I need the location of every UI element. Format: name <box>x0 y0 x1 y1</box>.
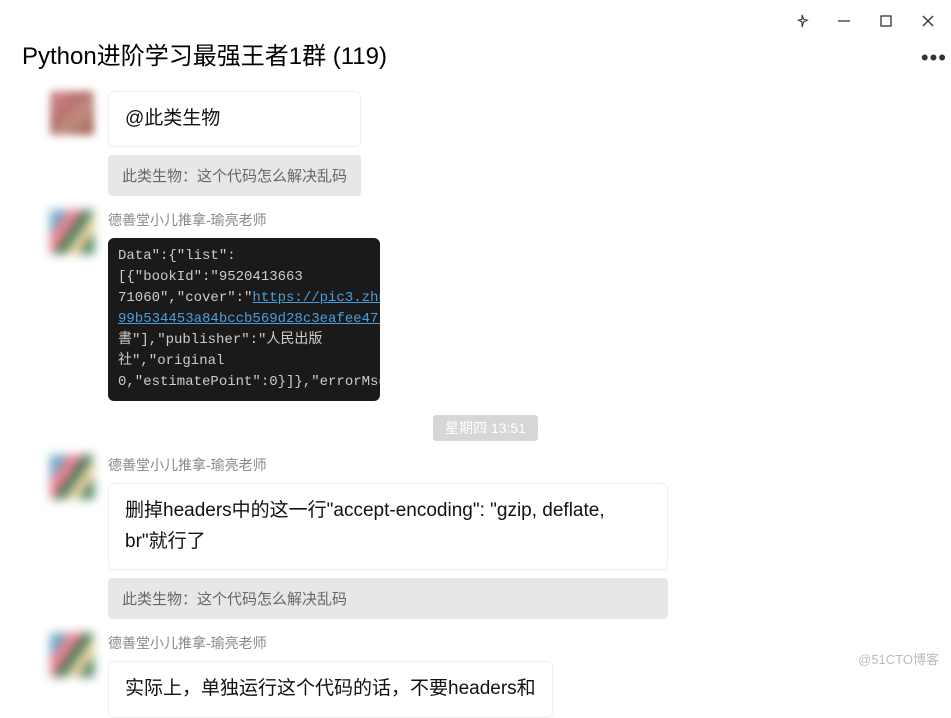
quoted-message[interactable]: 此类生物：这个代码怎么解决乱码 <box>108 155 361 196</box>
avatar[interactable] <box>50 210 94 254</box>
chat-body: @此类生物 此类生物：这个代码怎么解决乱码 德善堂小儿推拿-瑜亮老师 Data"… <box>0 85 951 718</box>
close-button[interactable] <box>919 12 937 30</box>
time-divider: 星期四 13:51 <box>50 415 921 441</box>
message-bubble[interactable]: @此类生物 <box>108 91 361 147</box>
message-bubble[interactable]: 实际上，单独运行这个代码的话，不要headers和 <box>108 661 553 717</box>
timestamp: 星期四 13:51 <box>433 415 538 441</box>
quoted-message[interactable]: 此类生物：这个代码怎么解决乱码 <box>108 578 668 619</box>
sender-name: 德善堂小儿推拿-瑜亮老师 <box>108 633 553 653</box>
sender-name: 德善堂小儿推拿-瑜亮老师 <box>108 210 380 230</box>
maximize-button[interactable] <box>877 12 895 30</box>
avatar[interactable] <box>50 91 94 135</box>
code-snippet-image[interactable]: Data":{"list":[{"bookId":"9520413663 710… <box>108 238 380 401</box>
avatar[interactable] <box>50 633 94 677</box>
chat-title: Python进阶学习最强王者1群 (119) <box>0 30 387 85</box>
more-icon[interactable]: ••• <box>921 45 951 71</box>
avatar[interactable] <box>50 455 94 499</box>
message-bubble[interactable]: 删掉headers中的这一行"accept-encoding": "gzip, … <box>108 483 668 570</box>
pin-icon[interactable] <box>793 12 811 30</box>
sender-name: 德善堂小儿推拿-瑜亮老师 <box>108 455 668 475</box>
minimize-button[interactable] <box>835 12 853 30</box>
watermark: @51CTO博客 <box>858 649 939 668</box>
